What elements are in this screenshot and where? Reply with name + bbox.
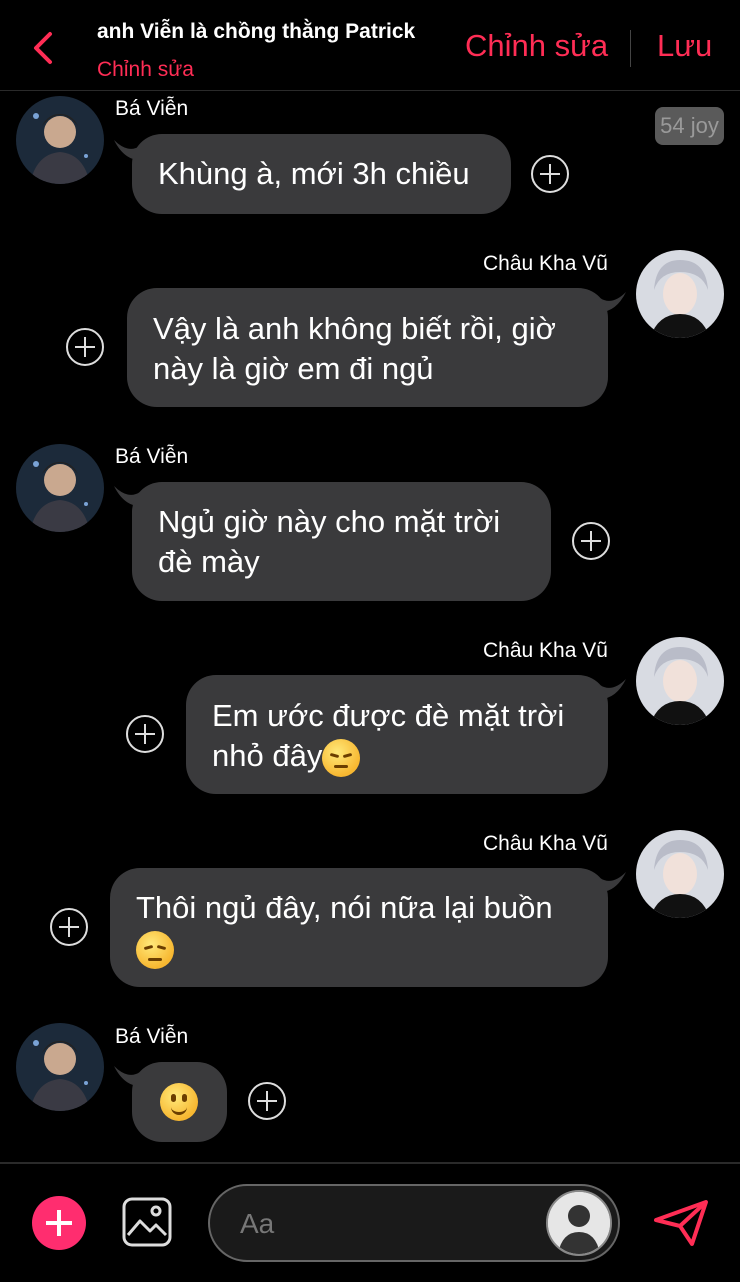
image-icon[interactable] bbox=[122, 1197, 172, 1247]
message-bubble[interactable]: Em ước được đè mặt trời nhỏ đây bbox=[186, 675, 608, 794]
edit-button[interactable]: Chỉnh sửa bbox=[465, 28, 608, 64]
avatar-chau-kha-vu[interactable] bbox=[636, 830, 724, 918]
back-chevron-icon[interactable] bbox=[28, 28, 60, 68]
sender-name: Bá Viễn bbox=[115, 97, 189, 120]
message-bubble[interactable] bbox=[132, 1062, 227, 1142]
chat-title: anh Viễn là chồng thằng Patrick bbox=[97, 20, 416, 43]
message-text: Khùng à, mới 3h chiều bbox=[158, 156, 470, 191]
header: anh Viễn là chồng thằng Patrick Chỉnh sử… bbox=[0, 0, 740, 91]
sender-name: Châu Kha Vũ bbox=[483, 639, 608, 662]
message-line: Em ước được đè mặt trời bbox=[212, 698, 565, 733]
profile-avatar-icon[interactable] bbox=[546, 1190, 612, 1256]
disappointed-face-icon bbox=[136, 930, 174, 969]
message-line-with-emoji bbox=[136, 928, 588, 969]
message-bubble[interactable]: Vậy là anh không biết rồi, giờ này là gi… bbox=[127, 288, 608, 407]
save-button[interactable]: Lưu bbox=[657, 28, 712, 64]
slightly-smiling-face-icon bbox=[160, 1083, 198, 1121]
message-text: Thôi ngủ đây, nói nữa lại buồn bbox=[136, 888, 588, 969]
message-text: Ngủ giờ này cho mặt trời đè mày bbox=[158, 502, 531, 582]
message-bubble[interactable]: Ngủ giờ này cho mặt trời đè mày bbox=[132, 482, 551, 601]
avatar-chau-kha-vu[interactable] bbox=[636, 637, 724, 725]
message-bubble[interactable]: Khùng à, mới 3h chiều bbox=[132, 134, 511, 214]
avatar-ba-vien[interactable] bbox=[16, 96, 104, 184]
add-reaction-icon[interactable] bbox=[66, 328, 104, 366]
message-line: đè mày bbox=[158, 544, 260, 579]
avatar-chau-kha-vu[interactable] bbox=[636, 250, 724, 338]
chat-subtitle[interactable]: Chỉnh sửa bbox=[97, 58, 194, 82]
message-bubble[interactable]: Thôi ngủ đây, nói nữa lại buồn bbox=[110, 868, 608, 987]
message-line: này là giờ em đi ngủ bbox=[153, 351, 434, 386]
message-line-with-emoji: nhỏ đây bbox=[212, 736, 588, 777]
avatar-ba-vien[interactable] bbox=[16, 1023, 104, 1111]
add-reaction-icon[interactable] bbox=[126, 715, 164, 753]
message-line: Vậy là anh không biết rồi, giờ bbox=[153, 311, 556, 346]
pensive-face-icon bbox=[322, 738, 361, 777]
composer-bar bbox=[0, 1162, 740, 1282]
message-line: nhỏ đây bbox=[212, 738, 323, 773]
message-line: Thôi ngủ đây, nói nữa lại buồn bbox=[136, 890, 553, 925]
add-reaction-icon[interactable] bbox=[50, 908, 88, 946]
add-reaction-icon[interactable] bbox=[248, 1082, 286, 1120]
header-divider bbox=[630, 30, 631, 67]
add-reaction-icon[interactable] bbox=[531, 155, 569, 193]
message-line: Ngủ giờ này cho mặt trời bbox=[158, 504, 501, 539]
message-text: Em ước được đè mặt trời nhỏ đây bbox=[212, 696, 588, 777]
joy-badge: 54 joy bbox=[655, 107, 724, 145]
avatar-ba-vien[interactable] bbox=[16, 444, 104, 532]
message-input[interactable] bbox=[238, 1204, 542, 1244]
message-input-box[interactable] bbox=[208, 1184, 620, 1262]
add-icon[interactable] bbox=[32, 1196, 86, 1250]
message-text: Vậy là anh không biết rồi, giờ này là gi… bbox=[153, 309, 588, 389]
add-reaction-icon[interactable] bbox=[572, 522, 610, 560]
send-icon[interactable] bbox=[652, 1198, 710, 1248]
sender-name: Bá Viễn bbox=[115, 1025, 189, 1048]
sender-name: Bá Viễn bbox=[115, 445, 189, 468]
sender-name: Châu Kha Vũ bbox=[483, 252, 608, 275]
sender-name: Châu Kha Vũ bbox=[483, 832, 608, 855]
